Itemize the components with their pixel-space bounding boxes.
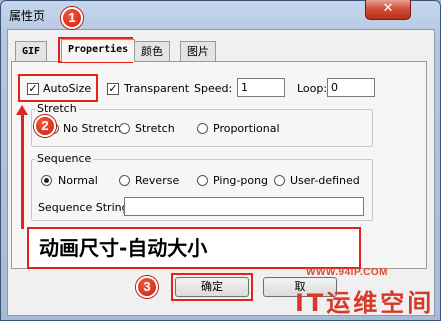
window-title: 属性页: [9, 9, 46, 23]
ok-button-highlight: [171, 273, 253, 301]
close-button[interactable]: ✕: [365, 0, 411, 20]
transparent-label: Transparent: [124, 82, 190, 95]
user-defined-radio[interactable]: [274, 175, 285, 186]
normal-label: Normal: [58, 174, 98, 187]
tab-images[interactable]: 图片: [180, 41, 216, 61]
sequence-string-input[interactable]: [124, 197, 364, 216]
transparent-checkbox[interactable]: ✓: [107, 83, 119, 95]
tab-colors[interactable]: 颜色: [134, 41, 170, 61]
normal-radio[interactable]: [41, 175, 52, 186]
reverse-label: Reverse: [135, 174, 180, 187]
reverse-radio[interactable]: [119, 175, 130, 186]
watermark-brand: IT运维空间: [295, 289, 435, 317]
annotation-caption: 动画尺寸-自动大小: [27, 227, 361, 269]
annotation-arrow-head-icon: [16, 105, 28, 115]
user-defined-label: User-defined: [290, 174, 360, 187]
step-1-marker: 1: [61, 7, 83, 29]
speed-input[interactable]: 1: [237, 78, 285, 97]
stretch-group-title: Stretch: [35, 102, 79, 115]
autosize-highlight: [18, 74, 98, 102]
stretch-label: Stretch: [135, 122, 175, 135]
loop-label: Loop:: [297, 82, 328, 95]
sequence-group-title: Sequence: [35, 152, 94, 165]
annotation-arrow-line: [21, 114, 24, 229]
loop-input[interactable]: 0: [327, 78, 375, 97]
ping-pong-radio[interactable]: [197, 175, 208, 186]
proportional-label: Proportional: [213, 122, 280, 135]
ping-pong-label: Ping-pong: [213, 174, 269, 187]
watermark-url: WWW.94IP.COM: [306, 267, 388, 278]
tab-properties[interactable]: Properties: [61, 39, 136, 62]
proportional-radio[interactable]: [197, 123, 208, 134]
stretch-radio[interactable]: [119, 123, 130, 134]
sequence-string-label: Sequence String:: [38, 201, 133, 214]
property-dialog: 属性页 ✕ GIF Properties 颜色 图片 ✓ AutoSize ✓ …: [0, 0, 441, 321]
step-2-marker: 2: [34, 115, 56, 137]
step-3-marker: 3: [136, 276, 158, 298]
no-stretch-label: No Stretch: [63, 122, 122, 135]
tab-gif[interactable]: GIF: [15, 41, 48, 61]
speed-label: Speed:: [194, 82, 233, 95]
